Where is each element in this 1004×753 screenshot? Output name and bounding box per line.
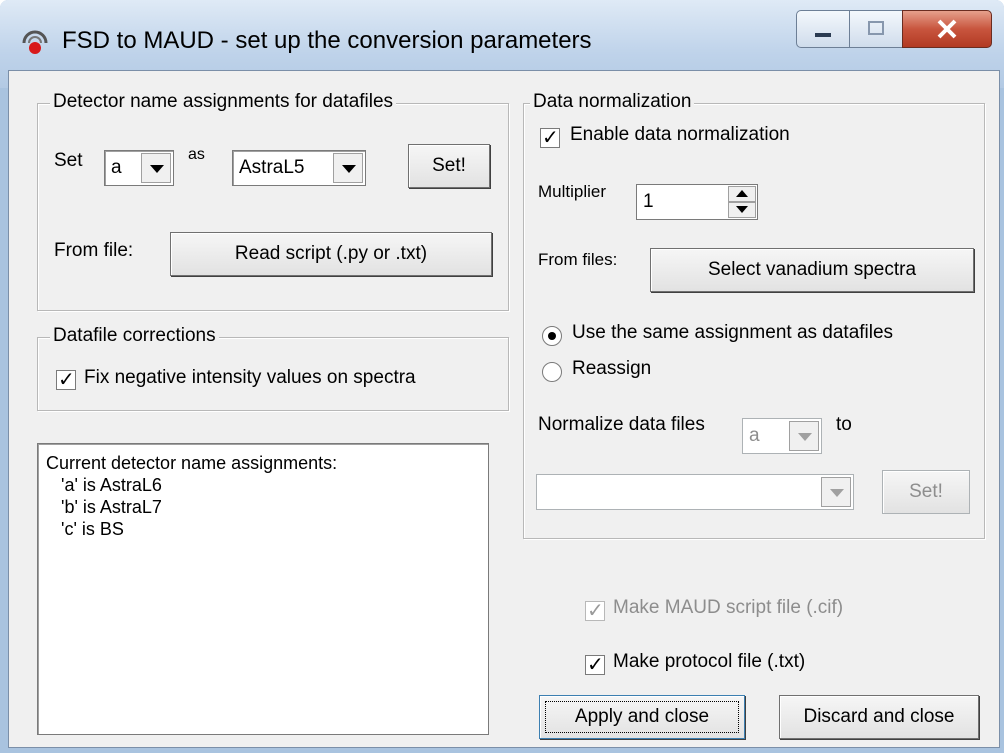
normalization-group-legend: Data normalization — [530, 91, 695, 113]
fix-negative-label[interactable]: Fix negative intensity values on spectra — [84, 367, 416, 389]
protocol-file-label[interactable]: Make protocol file (.txt) — [613, 651, 805, 673]
close-button[interactable] — [902, 10, 992, 48]
normalize-label: Normalize data files — [538, 414, 705, 435]
enable-normalization-label[interactable]: Enable data normalization — [570, 124, 790, 146]
maximize-button[interactable] — [849, 10, 903, 48]
maud-script-checkbox — [585, 598, 605, 622]
list-item: 'b' is AstraL7 — [46, 497, 162, 517]
chevron-down-icon — [821, 477, 851, 507]
radio-reassign[interactable] — [542, 362, 562, 382]
chevron-down-icon — [789, 421, 819, 451]
radio-same-label[interactable]: Use the same assignment as datafiles — [572, 322, 893, 344]
detector-assignment-group: Detector name assignments for datafiles … — [37, 91, 509, 311]
dialog-window: FSD to MAUD - set up the conversion para… — [0, 0, 1004, 753]
list-item: 'a' is AstraL6 — [46, 475, 162, 495]
maud-script-label: Make MAUD script file (.cif) — [613, 597, 844, 618]
list-item: Current detector name assignments: — [46, 453, 338, 473]
list-item: 'c' is BS — [46, 519, 124, 539]
radio-reassign-label[interactable]: Reassign — [572, 358, 651, 380]
detector-group-legend: Detector name assignments for datafiles — [50, 91, 397, 113]
chevron-down-icon[interactable] — [141, 153, 171, 183]
to-label: to — [836, 414, 852, 435]
normalize-letter-select: a — [742, 418, 822, 454]
set-label: Set — [54, 150, 83, 171]
minimize-icon — [815, 33, 831, 37]
select-vanadium-button[interactable]: Select vanadium spectra — [650, 248, 974, 292]
read-script-button[interactable]: Read script (.py or .txt) — [170, 232, 492, 276]
from-files-label: From files: — [538, 250, 618, 269]
maximize-icon — [868, 21, 884, 35]
protocol-file-checkbox[interactable] — [585, 652, 605, 676]
normalize-target-select — [536, 474, 854, 510]
set-normalization-button: Set! — [882, 470, 970, 514]
radio-same-assignment[interactable] — [542, 326, 562, 346]
window-title: FSD to MAUD - set up the conversion para… — [62, 27, 592, 54]
app-icon — [22, 30, 48, 54]
letter-select-value: a — [111, 157, 122, 178]
enable-normalization-checkbox[interactable] — [540, 125, 560, 149]
datafile-corrections-group: Datafile corrections Fix negative intens… — [37, 325, 509, 411]
data-normalization-group: Data normalization Enable data normaliza… — [523, 91, 985, 539]
multiplier-value: 1 — [643, 191, 654, 212]
from-file-label: From file: — [54, 240, 134, 261]
dialog-body: Detector name assignments for datafiles … — [8, 70, 1000, 748]
chevron-down-icon[interactable] — [333, 153, 363, 183]
apply-close-button[interactable]: Apply and close — [539, 695, 745, 739]
set-assignment-button[interactable]: Set! — [408, 144, 490, 188]
multiplier-label: Multiplier — [538, 182, 607, 201]
normalize-letter-value: a — [749, 425, 760, 446]
corrections-group-legend: Datafile corrections — [50, 325, 219, 347]
letter-select[interactable]: a — [104, 150, 174, 186]
spin-down-icon[interactable] — [728, 202, 756, 218]
spin-up-icon[interactable] — [728, 186, 756, 202]
detector-select[interactable]: AstraL5 — [232, 150, 366, 186]
detector-select-value: AstraL5 — [239, 157, 305, 178]
discard-close-button[interactable]: Discard and close — [779, 695, 979, 739]
assignments-listbox[interactable]: Current detector name assignments: 'a' i… — [37, 443, 489, 735]
close-icon — [937, 19, 957, 39]
as-label: as — [188, 146, 205, 163]
fix-negative-checkbox[interactable] — [56, 367, 76, 391]
multiplier-spinner[interactable]: 1 — [636, 184, 758, 220]
minimize-button[interactable] — [796, 10, 850, 48]
